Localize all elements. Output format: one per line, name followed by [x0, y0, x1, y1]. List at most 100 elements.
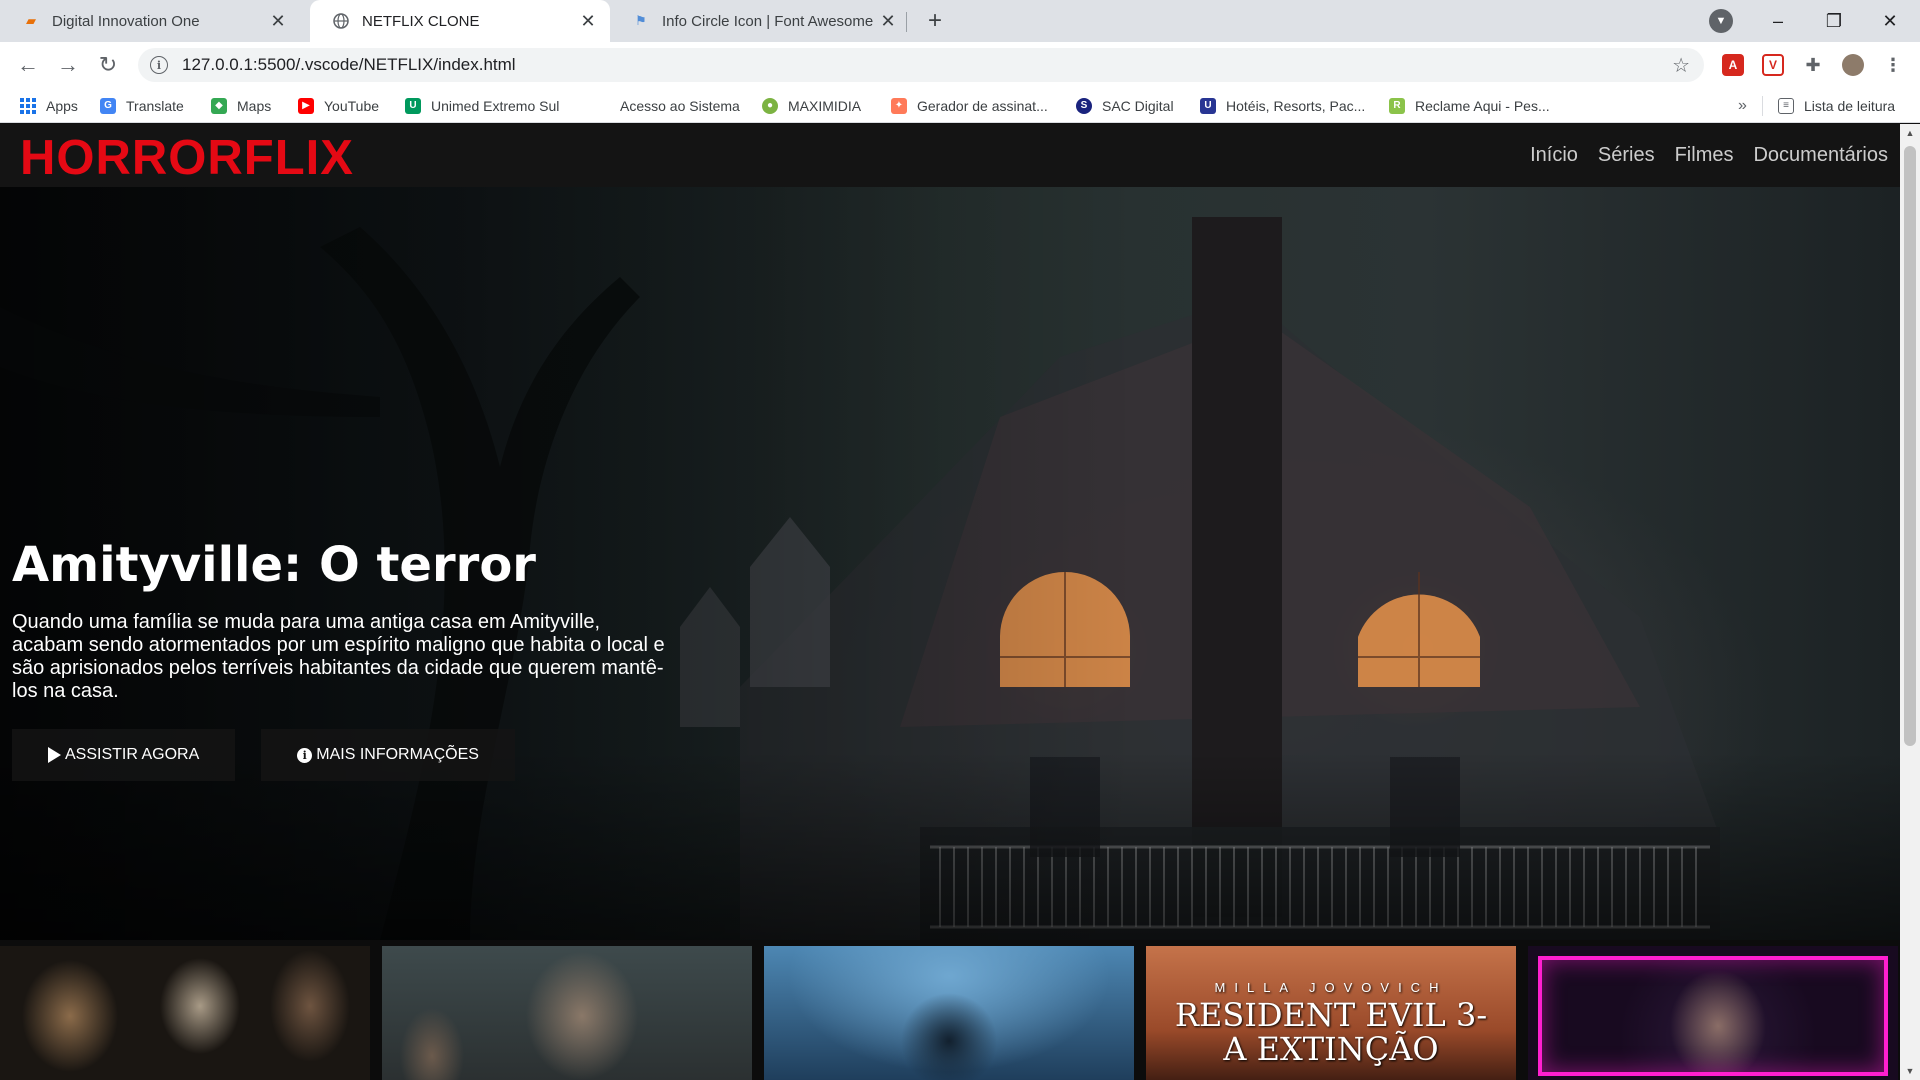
- poster-underworld[interactable]: [764, 946, 1134, 1080]
- bookmark-star-icon[interactable]: ☆: [1672, 53, 1690, 78]
- maps-icon: ◆: [211, 97, 227, 114]
- hero-title: Amityville: O terror: [12, 537, 536, 593]
- close-window-icon[interactable]: ✕: [1862, 0, 1918, 42]
- reclame-aqui-icon: R: [1389, 97, 1405, 114]
- nav-filmes[interactable]: Filmes: [1675, 144, 1734, 167]
- bookmark-hoteis[interactable]: U Hotéis, Resorts, Pac...: [1200, 88, 1365, 123]
- bookmark-gerador-assinatura[interactable]: ✦ Gerador de assinat...: [891, 88, 1048, 123]
- bookmark-reclame-aqui[interactable]: R Reclame Aqui - Pes...: [1389, 88, 1550, 123]
- scroll-up-arrow-icon[interactable]: ▲: [1900, 124, 1920, 142]
- minimize-icon[interactable]: –: [1750, 0, 1806, 42]
- unimed-icon: U: [405, 97, 421, 114]
- poster-halloween[interactable]: [0, 946, 370, 1080]
- more-info-label: MAIS INFORMAÇÕES: [316, 746, 479, 763]
- close-tab-icon[interactable]: ✕: [876, 9, 900, 33]
- poster-resident-evil-3[interactable]: MILLA JOVOVICH RESIDENT EVIL 3- A EXTINÇ…: [1146, 946, 1516, 1080]
- tab-title: Digital Innovation One: [52, 12, 200, 30]
- bookmark-maps[interactable]: ◆ Maps: [211, 88, 271, 123]
- site-logo[interactable]: HORRORFLIX: [20, 130, 354, 186]
- bookmark-label: SAC Digital: [1102, 97, 1174, 114]
- maximidia-icon: ●: [762, 97, 778, 114]
- tab-search-icon[interactable]: ▼: [1709, 9, 1733, 33]
- bookmarks-bar: Apps G Translate ◆ Maps ▶ YouTube U Unim…: [0, 88, 1920, 123]
- address-bar[interactable]: i 127.0.0.1:5500/.vscode/NETFLIX/index.h…: [138, 48, 1704, 82]
- bookmark-label: Maps: [237, 97, 272, 114]
- site-info-icon[interactable]: i: [150, 56, 168, 74]
- page-viewport: HORRORFLIX Início Séries Filmes Document…: [0, 124, 1900, 1080]
- bookmark-youtube[interactable]: ▶ YouTube: [298, 88, 379, 123]
- reading-list-label: Lista de leitura: [1804, 97, 1896, 114]
- browser-tab-netflix-clone[interactable]: NETFLIX CLONE ✕: [310, 0, 610, 42]
- poster-subtitle: A EXTINÇÃO: [1223, 1030, 1439, 1068]
- bookmark-label: YouTube: [324, 97, 380, 114]
- gerador-icon: ✦: [891, 97, 907, 114]
- dio-favicon-icon: ▰: [26, 13, 36, 28]
- browser-tab-strip: ▰ Digital Innovation One ✕ NETFLIX CLONE…: [0, 0, 1920, 42]
- watch-now-button[interactable]: ASSISTIR AGORA: [12, 729, 236, 781]
- poster-walking-dead[interactable]: [382, 946, 752, 1080]
- bookmark-sac-digital[interactable]: S SAC Digital: [1076, 88, 1174, 123]
- bookmark-apps[interactable]: Apps: [20, 88, 78, 123]
- forward-arrow-icon[interactable]: →: [52, 49, 84, 81]
- globe-icon: [332, 12, 350, 30]
- url-text[interactable]: 127.0.0.1:5500/.vscode/NETFLIX/index.htm…: [182, 55, 1672, 75]
- hero-description: Quando uma família se muda para uma anti…: [12, 611, 665, 702]
- info-circle-icon: i: [297, 747, 313, 763]
- bookmark-label: Translate: [126, 97, 184, 114]
- close-tab-icon[interactable]: ✕: [266, 9, 290, 33]
- translate-icon: G: [100, 97, 116, 114]
- bookmark-label: Acesso ao Sistema: [620, 97, 740, 114]
- more-bookmarks-button[interactable]: »: [1738, 88, 1747, 123]
- bookmark-maximidia[interactable]: ● MAXIMIDIA: [762, 88, 861, 123]
- profile-avatar-icon[interactable]: [1842, 54, 1864, 76]
- tab-divider: [906, 12, 907, 32]
- reading-list-icon: ≡: [1778, 97, 1794, 114]
- apps-grid-icon: [20, 97, 36, 114]
- site-nav: Início Séries Filmes Documentários: [1530, 124, 1888, 187]
- acrobat-extension-icon[interactable]: A: [1722, 54, 1744, 76]
- sac-digital-icon: S: [1076, 97, 1092, 114]
- hero-content: Amityville: O terror Quando uma família …: [12, 537, 672, 781]
- bookmark-label: Reclame Aqui - Pes...: [1415, 97, 1550, 114]
- bookmark-unimed[interactable]: U Unimed Extremo Sul: [405, 88, 559, 123]
- browser-toolbar: ← → ↻ i 127.0.0.1:5500/.vscode/NETFLIX/i…: [0, 42, 1920, 88]
- pocket-extension-icon[interactable]: V: [1762, 54, 1784, 76]
- bookmark-translate[interactable]: G Translate: [100, 88, 184, 123]
- more-info-button[interactable]: i MAIS INFORMAÇÕES: [261, 729, 515, 781]
- page-scrollbar[interactable]: ▲ ▼: [1900, 124, 1920, 1080]
- flag-icon: ⚑: [635, 13, 647, 28]
- bookmark-label: Apps: [46, 97, 78, 114]
- poster-actor-name: MILLA JOVOVICH: [1214, 980, 1448, 995]
- bookmark-acesso-sistema[interactable]: Acesso ao Sistema: [620, 88, 740, 123]
- nav-inicio[interactable]: Início: [1530, 144, 1578, 167]
- close-tab-icon[interactable]: ✕: [576, 9, 600, 33]
- site-header: HORRORFLIX Início Séries Filmes Document…: [0, 124, 1900, 187]
- nav-documentarios[interactable]: Documentários: [1753, 144, 1888, 167]
- browser-tab-digital-innovation-one[interactable]: ▰ Digital Innovation One ✕: [0, 0, 300, 42]
- browser-menu-icon[interactable]: ⋮: [1882, 54, 1904, 76]
- hero-buttons: ASSISTIR AGORA i MAIS INFORMAÇÕES: [12, 729, 672, 781]
- bookmark-divider: [1762, 96, 1763, 116]
- tab-title: Info Circle Icon | Font Awesome: [662, 12, 874, 30]
- bookmark-label: Hotéis, Resorts, Pac...: [1226, 97, 1366, 114]
- back-arrow-icon[interactable]: ←: [12, 49, 44, 81]
- tab-title: NETFLIX CLONE: [362, 12, 480, 30]
- scrollbar-thumb[interactable]: [1904, 146, 1916, 746]
- browser-tab-font-awesome[interactable]: ⚑ Info Circle Icon | Font Awesome ✕: [610, 0, 910, 42]
- hero-banner: Amityville: O terror Quando uma família …: [0, 187, 1900, 940]
- nav-series[interactable]: Séries: [1598, 144, 1655, 167]
- youtube-icon: ▶: [298, 97, 314, 114]
- bookmark-label: Gerador de assinat...: [917, 97, 1048, 114]
- extensions-puzzle-icon[interactable]: ✚: [1802, 54, 1824, 76]
- play-icon: [48, 747, 61, 763]
- poster-row: MILLA JOVOVICH RESIDENT EVIL 3- A EXTINÇ…: [0, 946, 1900, 1080]
- new-tab-button[interactable]: +: [920, 7, 950, 35]
- poster-title: RESIDENT EVIL 3-: [1174, 996, 1488, 1034]
- reading-list-button[interactable]: ≡ Lista de leitura: [1778, 88, 1895, 123]
- hoteis-icon: U: [1200, 97, 1216, 114]
- reload-icon[interactable]: ↻: [92, 49, 124, 81]
- bookmark-label: Unimed Extremo Sul: [431, 97, 560, 114]
- scroll-down-arrow-icon[interactable]: ▼: [1900, 1062, 1920, 1080]
- restore-icon[interactable]: ❐: [1806, 0, 1862, 42]
- poster-neon-portrait[interactable]: [1528, 946, 1898, 1080]
